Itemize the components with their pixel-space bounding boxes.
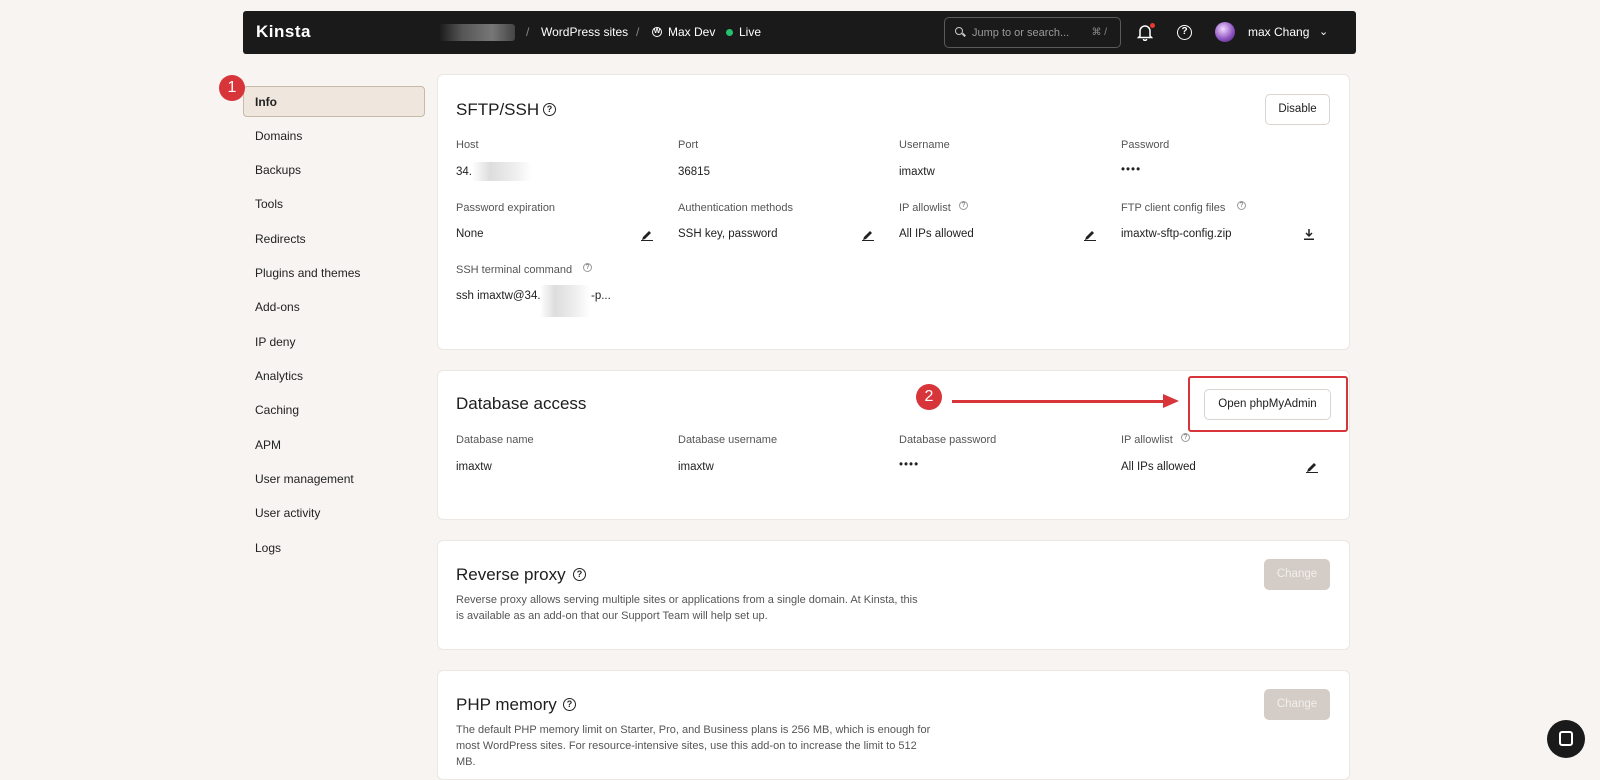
edit-icon[interactable]: [641, 229, 653, 241]
sidebar-item-ip-deny[interactable]: IP deny: [255, 335, 295, 349]
password-value: ••••: [1121, 164, 1142, 176]
php-memory-description-2: most WordPress sites. For resource-inten…: [456, 740, 917, 752]
info-icon[interactable]: ?: [959, 201, 968, 210]
search-placeholder: Jump to or search...: [972, 27, 1070, 39]
username-value: imaxtw: [899, 166, 935, 178]
live-status-dot: [726, 29, 733, 36]
help-icon[interactable]: ?: [573, 568, 586, 581]
chevron-down-icon[interactable]: ⌄: [1319, 25, 1328, 38]
sidebar-item-caching[interactable]: Caching: [255, 403, 299, 417]
reverse-proxy-change-button[interactable]: Change: [1264, 559, 1330, 590]
host-value: 34.: [456, 166, 472, 178]
disable-button[interactable]: Disable: [1265, 94, 1330, 125]
username-label: Username: [899, 139, 950, 151]
php-memory-description: The default PHP memory limit on Starter,…: [456, 724, 931, 736]
ssh-command-label: SSH terminal command: [456, 264, 573, 276]
sidebar-item-redirects[interactable]: Redirects: [255, 232, 306, 246]
sidebar-item-info[interactable]: Info: [255, 95, 277, 109]
chat-launcher-button[interactable]: [1547, 720, 1585, 758]
step-1-badge: 1: [219, 75, 245, 101]
php-memory-title: PHP memory: [456, 695, 557, 714]
notification-dot: [1150, 23, 1155, 28]
sidebar-item-analytics[interactable]: Analytics: [255, 369, 303, 383]
sidebar-item-apm[interactable]: APM: [255, 438, 281, 452]
host-label: Host: [456, 139, 479, 151]
step-2-badge: 2: [916, 384, 942, 410]
breadcrumb-blurred-item[interactable]: [439, 24, 515, 41]
password-expiration-label: Password expiration: [456, 202, 556, 214]
password-label: Password: [1121, 139, 1170, 151]
ip-allowlist-value: All IPs allowed: [899, 228, 974, 240]
database-password-value: ••••: [899, 459, 920, 471]
ftp-config-value: imaxtw-sftp-config.zip: [1121, 228, 1232, 240]
breadcrumb-wordpress-sites[interactable]: WordPress sites: [541, 25, 628, 39]
port-label: Port: [678, 139, 699, 151]
breadcrumb-separator: /: [636, 25, 640, 39]
ssh-command-blurred: [540, 285, 590, 317]
php-memory-change-button[interactable]: Change: [1264, 689, 1330, 720]
edit-icon[interactable]: [862, 229, 874, 241]
help-icon[interactable]: ?: [543, 103, 556, 116]
database-name-label: Database name: [456, 434, 534, 446]
reverse-proxy-description: Reverse proxy allows serving multiple si…: [456, 594, 918, 606]
edit-icon[interactable]: [1306, 461, 1318, 473]
top-navigation-bar: Kinsta / WordPress sites / W Max Dev Liv…: [243, 11, 1356, 54]
database-username-label: Database username: [678, 434, 778, 446]
kinsta-logo[interactable]: Kinsta: [256, 22, 311, 42]
edit-icon[interactable]: [1084, 229, 1096, 241]
info-icon[interactable]: ?: [1237, 201, 1246, 210]
annotation-arrow: [952, 400, 1166, 403]
breadcrumb-separator: /: [526, 25, 530, 39]
sftp-title: SFTP/SSH: [456, 100, 540, 119]
help-icon[interactable]: ?: [563, 698, 576, 711]
annotation-arrow-head: [1163, 394, 1179, 408]
sidebar-item-user-management[interactable]: User management: [255, 472, 354, 486]
ftp-config-label: FTP client config files: [1121, 202, 1226, 214]
avatar[interactable]: [1215, 22, 1235, 42]
ssh-command-value-end[interactable]: -p...: [591, 290, 611, 302]
port-value: 36815: [678, 166, 710, 178]
reverse-proxy-description-2: is available as an add-on that our Suppo…: [456, 610, 768, 622]
breadcrumb-site-name[interactable]: Max Dev: [668, 25, 715, 39]
ssh-command-value[interactable]: ssh imaxtw@34.: [456, 290, 541, 302]
sidebar-item-domains[interactable]: Domains: [255, 129, 302, 143]
sidebar-item-add-ons[interactable]: Add-ons: [255, 300, 300, 314]
password-expiration-value: None: [456, 228, 484, 240]
database-password-label: Database password: [899, 434, 997, 446]
ip-allowlist-label: IP allowlist: [899, 202, 951, 214]
sidebar-item-tools[interactable]: Tools: [255, 197, 283, 211]
info-icon[interactable]: ?: [583, 263, 592, 272]
sidebar-item-backups[interactable]: Backups: [255, 163, 301, 177]
auth-methods-label: Authentication methods: [678, 202, 793, 214]
download-icon[interactable]: [1303, 228, 1315, 240]
search-icon: [955, 27, 963, 35]
host-blurred: [472, 162, 532, 181]
database-name-value: imaxtw: [456, 461, 492, 473]
reverse-proxy-title: Reverse proxy: [456, 565, 566, 584]
sidebar-item-logs[interactable]: Logs: [255, 541, 281, 555]
search-shortcut: ⌘ /: [1091, 27, 1107, 38]
info-icon[interactable]: ?: [1181, 433, 1190, 442]
help-icon[interactable]: ?: [1177, 25, 1192, 40]
open-phpmyadmin-button[interactable]: Open phpMyAdmin: [1204, 389, 1331, 420]
db-ip-allowlist-value: All IPs allowed: [1121, 461, 1196, 473]
sidebar-item-plugins-and-themes[interactable]: Plugins and themes: [255, 266, 360, 280]
user-name[interactable]: max Chang: [1248, 25, 1309, 39]
auth-methods-value: SSH key, password: [678, 228, 778, 240]
sidebar-item-user-activity[interactable]: User activity: [255, 506, 320, 520]
db-ip-allowlist-label: IP allowlist: [1121, 434, 1173, 446]
search-input[interactable]: Jump to or search... ⌘ /: [944, 17, 1121, 48]
wordpress-icon: W: [652, 27, 662, 37]
breadcrumb-environment[interactable]: Live: [739, 25, 761, 39]
php-memory-description-3: MB.: [456, 756, 476, 768]
database-title: Database access: [456, 394, 587, 413]
database-username-value: imaxtw: [678, 461, 714, 473]
chat-icon: [1559, 731, 1573, 746]
